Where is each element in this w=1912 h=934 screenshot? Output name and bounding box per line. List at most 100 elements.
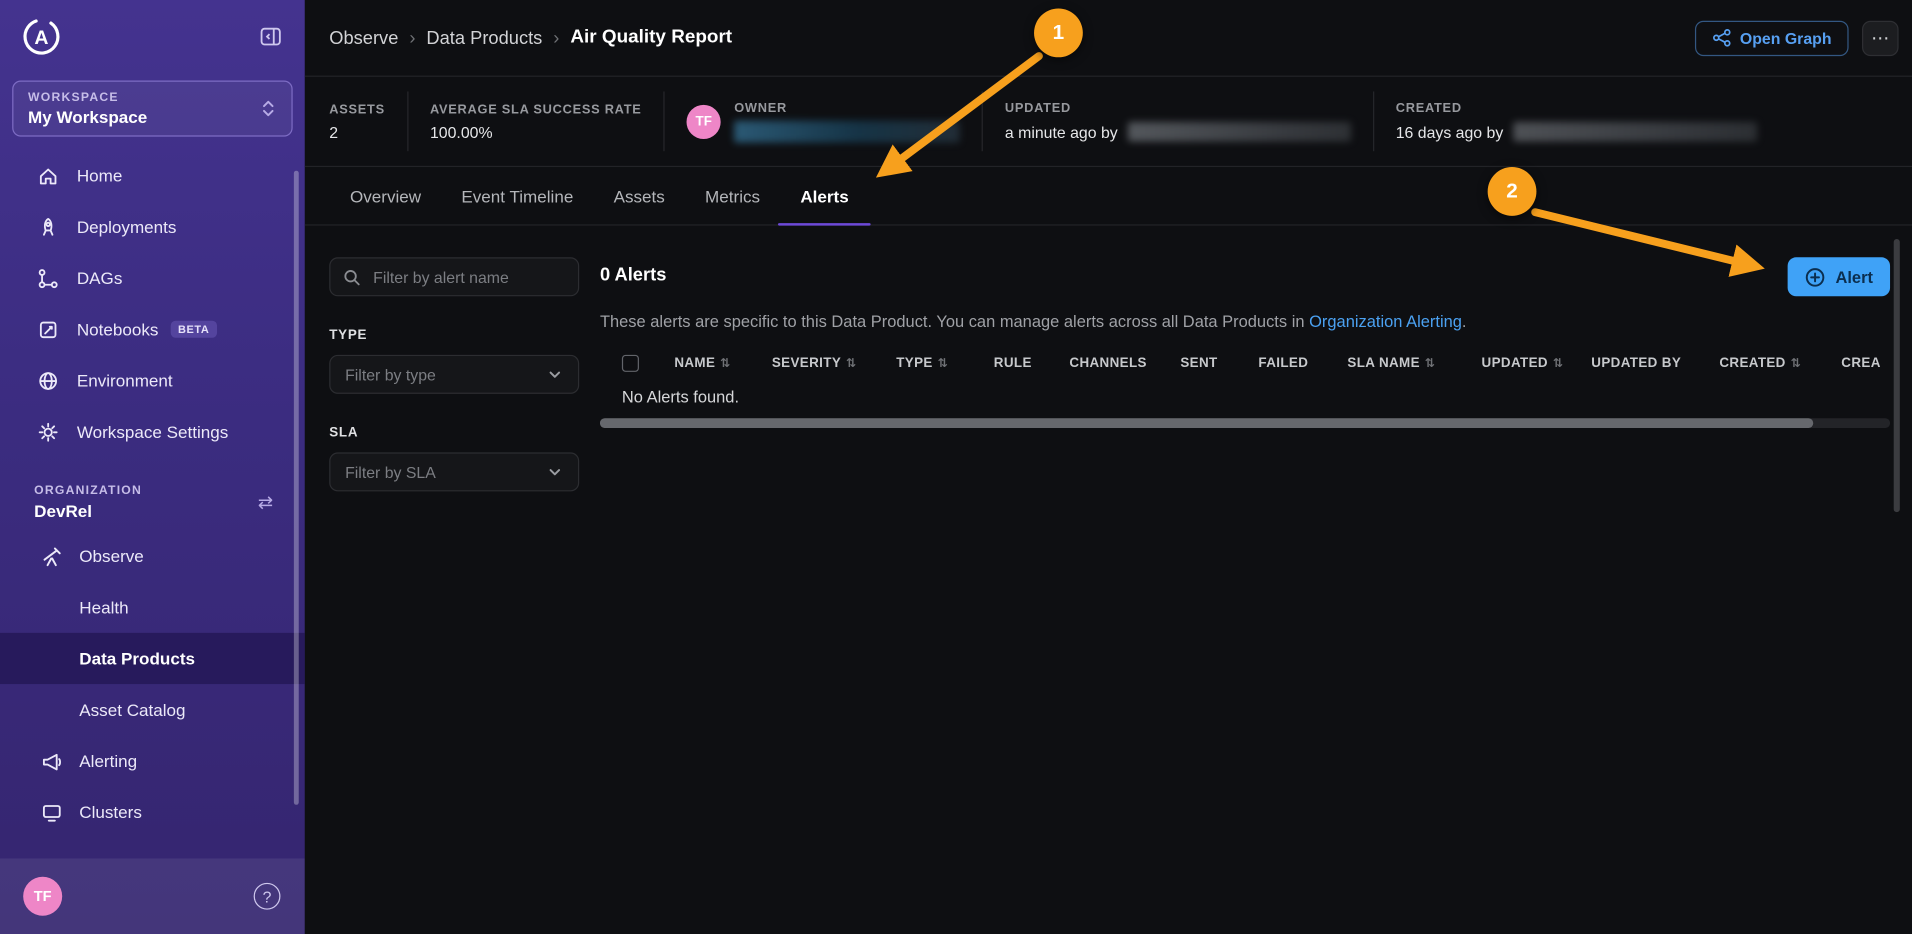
- sidebar-item-label: Data Products: [79, 649, 195, 669]
- column-header-type[interactable]: TYPE⇅: [896, 356, 994, 371]
- workspace-selector[interactable]: WORKSPACE My Workspace: [12, 80, 292, 136]
- chevron-down-icon: [546, 366, 563, 383]
- sidebar-footer: TF ?: [0, 858, 305, 934]
- sidebar-item-alerting[interactable]: Alerting: [0, 735, 305, 786]
- globe-icon: [37, 369, 60, 392]
- updated-value: a minute ago by: [1005, 123, 1118, 141]
- sidebar: A WORKSPACE My Workspace: [0, 0, 305, 934]
- alerts-tab-content: TYPE Filter by type SLA Filter by SLA: [305, 226, 1912, 492]
- telescope-icon: [40, 544, 63, 567]
- sidebar-scrollbar[interactable]: [294, 171, 299, 805]
- organization-alerting-link[interactable]: Organization Alerting: [1309, 312, 1462, 330]
- sidebar-item-label: Workspace Settings: [77, 422, 229, 442]
- stat-sla-success-rate: AVERAGE SLA SUCCESS RATE 100.00%: [408, 102, 663, 141]
- column-header-created[interactable]: CREATED⇅: [1719, 356, 1841, 371]
- sidebar-item-health[interactable]: Health: [0, 582, 305, 633]
- stat-value: 2: [329, 123, 385, 141]
- sidebar-item-observe[interactable]: Observe: [0, 530, 305, 581]
- stats-bar: ASSETS 2 AVERAGE SLA SUCCESS RATE 100.00…: [305, 77, 1912, 167]
- switch-organization-icon[interactable]: ⇄: [258, 491, 273, 513]
- stat-label: OWNER: [734, 101, 960, 116]
- column-header-updated[interactable]: UPDATED⇅: [1482, 356, 1592, 371]
- sidebar-item-environment[interactable]: Environment: [0, 355, 305, 406]
- sidebar-item-data-products[interactable]: Data Products: [0, 633, 305, 684]
- page-title: Air Quality Report: [570, 27, 732, 49]
- horizontal-scrollbar[interactable]: [600, 418, 1890, 428]
- collapse-sidebar-button[interactable]: [256, 22, 285, 51]
- stat-value: 100.00%: [430, 123, 642, 141]
- sidebar-item-label: Deployments: [77, 217, 177, 237]
- tab-assets[interactable]: Assets: [614, 167, 665, 224]
- help-icon[interactable]: ?: [254, 883, 281, 910]
- column-header-channels: CHANNELS: [1069, 356, 1180, 371]
- workspace-eyebrow: WORKSPACE: [28, 91, 147, 104]
- column-header-name[interactable]: NAME⇅: [674, 356, 772, 371]
- breadcrumb-data-products[interactable]: Data Products: [426, 27, 542, 48]
- empty-state-text: No Alerts found.: [600, 384, 1890, 408]
- sidebar-item-label: Observe: [79, 546, 144, 566]
- column-header-sla-name[interactable]: SLA NAME⇅: [1347, 356, 1481, 371]
- chevron-right-icon: ›: [409, 27, 415, 48]
- sidebar-item-home[interactable]: Home: [0, 150, 305, 201]
- breadcrumb-observe[interactable]: Observe: [329, 27, 398, 48]
- sla-filter-select[interactable]: Filter by SLA: [329, 452, 579, 491]
- open-graph-label: Open Graph: [1740, 29, 1832, 47]
- created-value: 16 days ago by: [1396, 123, 1504, 141]
- type-filter-value: Filter by type: [345, 365, 436, 383]
- breadcrumb: Observe › Data Products › Air Quality Re…: [329, 27, 732, 49]
- search-icon: [343, 268, 361, 286]
- search-input[interactable]: [371, 266, 566, 287]
- sidebar-item-deployments[interactable]: Deployments: [0, 201, 305, 252]
- vertical-scrollbar[interactable]: [1894, 239, 1900, 512]
- alerts-count-title: 0 Alerts: [600, 265, 666, 286]
- tab-overview[interactable]: Overview: [350, 167, 421, 224]
- alerts-table: NAME⇅ SEVERITY⇅ TYPE⇅ RULE CHANNELS SENT…: [600, 350, 1890, 428]
- sidebar-item-label: Alerting: [79, 751, 137, 771]
- tab-alerts[interactable]: Alerts: [800, 167, 848, 224]
- select-all-checkbox[interactable]: [622, 355, 639, 372]
- stat-owner: TF OWNER: [665, 101, 982, 142]
- sort-icon: ⇅: [1791, 357, 1802, 370]
- stat-label: UPDATED: [1005, 101, 1351, 116]
- sort-icon: ⇅: [720, 357, 731, 370]
- sidebar-item-dags[interactable]: DAGs: [0, 252, 305, 303]
- redacted-owner-name: [734, 120, 960, 142]
- workspace-nav: Home Deployments: [0, 150, 305, 457]
- sidebar-item-label: Home: [77, 166, 123, 186]
- sla-filter-value: Filter by SLA: [345, 463, 436, 481]
- column-header-severity[interactable]: SEVERITY⇅: [772, 356, 896, 371]
- plus-circle-icon: [1805, 266, 1826, 287]
- add-alert-button[interactable]: Alert: [1788, 257, 1890, 296]
- tab-event-timeline[interactable]: Event Timeline: [461, 167, 573, 224]
- sidebar-item-notebooks[interactable]: Notebooks BETA: [0, 304, 305, 355]
- tab-metrics[interactable]: Metrics: [705, 167, 760, 224]
- description-text: These alerts are specific to this Data P…: [600, 312, 1305, 330]
- gear-icon: [37, 420, 60, 443]
- sidebar-item-label: Health: [79, 598, 128, 618]
- sidebar-item-clusters[interactable]: Clusters: [0, 787, 305, 838]
- alerts-panel: 0 Alerts Alert These alerts are specific…: [600, 226, 1890, 492]
- select-chevrons-icon: [260, 99, 277, 119]
- open-graph-button[interactable]: Open Graph: [1695, 20, 1849, 55]
- sidebar-item-label: Clusters: [79, 802, 142, 822]
- column-header-created-by: CREA: [1841, 356, 1890, 371]
- organization-eyebrow: ORGANIZATION: [34, 484, 142, 497]
- stat-created: CREATED 16 days ago by: [1374, 101, 1779, 141]
- stat-label: AVERAGE SLA SUCCESS RATE: [430, 102, 642, 117]
- type-filter-select[interactable]: Filter by type: [329, 355, 579, 394]
- sort-icon: ⇅: [938, 357, 949, 370]
- column-header-rule: RULE: [994, 356, 1070, 371]
- user-avatar[interactable]: TF: [23, 877, 62, 916]
- sidebar-item-label: Notebooks: [77, 319, 159, 339]
- sidebar-item-asset-catalog[interactable]: Asset Catalog: [0, 684, 305, 735]
- beta-badge: BETA: [171, 321, 217, 338]
- stat-label: ASSETS: [329, 102, 385, 117]
- redacted-updated-by: [1127, 122, 1350, 142]
- sidebar-item-workspace-settings[interactable]: Workspace Settings: [0, 406, 305, 457]
- sidebar-item-label: Environment: [77, 371, 173, 391]
- graph-icon: [1712, 28, 1732, 48]
- description-suffix: .: [1462, 312, 1467, 330]
- horizontal-scrollbar-thumb[interactable]: [600, 418, 1813, 428]
- more-options-button[interactable]: ⋯: [1862, 20, 1899, 55]
- page-header: Observe › Data Products › Air Quality Re…: [305, 0, 1912, 77]
